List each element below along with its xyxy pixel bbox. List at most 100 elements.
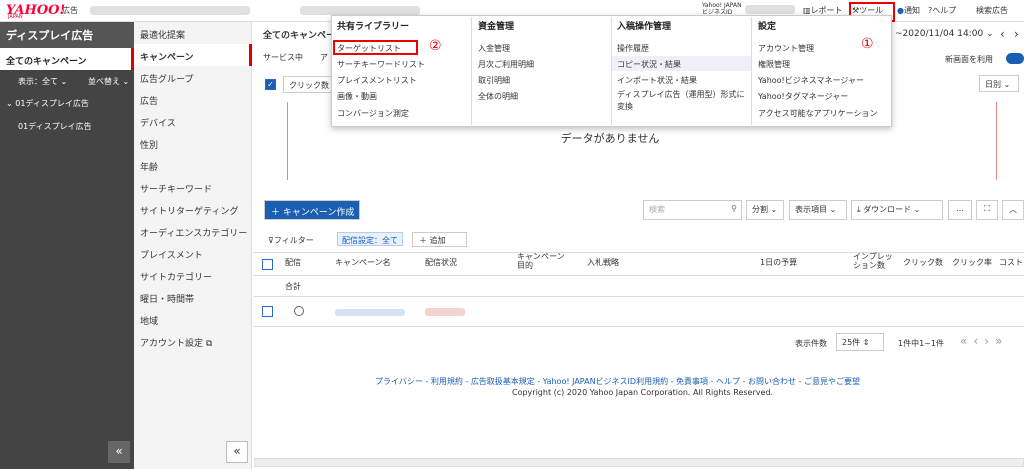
col-impressions[interactable]: インプレッション数 [853,252,893,270]
menu-item-transaction[interactable]: 取引明細 [478,75,510,86]
subnav-item-campaign[interactable]: キャンペーン [134,44,252,66]
col-ctr[interactable]: クリック率 [952,257,992,268]
col-bid-strategy[interactable]: 入札戦略 [587,257,619,268]
per-page-select[interactable]: 25件 ⇕ [836,333,884,351]
subnav-item-ad[interactable]: 広告 [134,88,252,110]
row-delivery-radio[interactable] [294,306,304,316]
subnav-collapse-button[interactable]: « [226,441,248,463]
footer-link-privacy[interactable]: プライバシー [375,377,423,386]
menu-item-import-status[interactable]: インポート状況・結果 [617,75,697,86]
col-daily-budget[interactable]: 1日の予算 [760,257,797,268]
menu-item-business-manager[interactable]: Yahoo!ビジネスマネージャー [758,75,864,86]
no-data-message: データがありません [560,132,660,145]
subnav-item-account-settings[interactable]: アカウント設定 ⧉ [134,330,252,352]
expand-icon[interactable]: ⛶ [976,200,998,220]
pagination-arrows[interactable]: «‹›» [960,334,1008,348]
date-range-selector[interactable]: ~2020/11/04 14:00 ⌄ [895,29,994,39]
menu-item-placement-list[interactable]: プレイスメントリスト [337,75,417,86]
menu-item-search-keyword-list[interactable]: サーチキーワードリスト [337,59,425,70]
sidebar-collapse-button[interactable]: « [108,441,130,463]
menu-item-convert-line2[interactable]: 変換 [617,101,633,112]
col-campaign-objective[interactable]: キャンペーン目的 [517,252,567,270]
chevron-left-icon[interactable]: ‹ [1000,27,1005,41]
tree-group-item[interactable]: ⌄ 01ディスプレイ広告 [6,98,89,109]
footer-link-contact[interactable]: お問い合わせ [748,377,796,386]
search-input[interactable]: 検索 ⚲ [643,200,742,220]
select-all-checkbox[interactable] [262,259,273,270]
delivery-setting-chip[interactable]: 配信設定：全て [337,232,403,246]
menu-item-conversion[interactable]: コンバージョン測定 [337,108,409,119]
daily-select[interactable]: 日別 ⌄ [979,75,1019,92]
row-campaign-name-blurred[interactable] [335,309,405,316]
menu-item-monthly-statement[interactable]: 月次ご利用明細 [478,59,534,70]
tab-service[interactable]: サービス中 [263,52,303,63]
tab-a[interactable]: ア [320,52,328,63]
subnav-item-region[interactable]: 地域 [134,308,252,330]
download-button[interactable]: ⤓ ダウンロード ⌄ [851,200,943,220]
display-filter-dropdown[interactable]: 表示：全て ⌄ [18,76,67,87]
display-items-button[interactable]: 表示項目 ⌄ [789,200,847,220]
menu-head-settings: 設定 [758,22,777,32]
subnav-item-device[interactable]: デバイス [134,110,252,132]
footer-link-terms[interactable]: 利用規約 [431,377,463,386]
collapse-up-icon[interactable]: ︿ [1002,200,1024,220]
new-screen-toggle[interactable] [1006,53,1024,64]
col-delivery-status[interactable]: 配信状況 [425,257,457,268]
notify-link[interactable]: ●通知 [897,5,920,16]
account-id-blurred [300,6,420,15]
filter-button[interactable]: ⊽フィルター [268,235,314,246]
create-campaign-button[interactable]: ＋ キャンペーン作成 [264,200,360,220]
footer-link-feedback[interactable]: ご意見やご要望 [804,377,860,386]
footer-link-disclaimer[interactable]: 免責事項 [676,377,708,386]
left-sidebar [0,22,134,469]
menu-item-accessible-apps[interactable]: アクセス可能なアプリケーション [758,108,877,119]
menu-item-history[interactable]: 操作履歴 [617,43,649,54]
help-link[interactable]: ?ヘルプ [928,5,956,16]
subnav-item-site-retargeting[interactable]: サイトリターゲティング [134,198,252,220]
subnav-item-placement[interactable]: プレイスメント [134,242,252,264]
col-clicks[interactable]: クリック数 [903,257,943,268]
subnav-item-gender[interactable]: 性別 [134,132,252,154]
menu-item-account-management[interactable]: アカウント管理 [758,43,814,54]
subnav-item-search-keyword[interactable]: サーチキーワード [134,176,252,198]
horizontal-scrollbar[interactable] [254,458,1024,467]
subnav-item-age[interactable]: 年齢 [134,154,252,176]
add-filter-button[interactable]: ＋ 追加 [412,232,467,247]
menu-item-copy-status[interactable]: コピー状況・結果 [612,56,751,71]
menu-head-shared-library: 共有ライブラリー [337,22,410,32]
menu-item-deposit[interactable]: 入金管理 [478,43,510,54]
menu-item-permissions[interactable]: 権限管理 [758,59,790,70]
row-checkbox[interactable] [262,306,273,317]
click-metric-select[interactable]: クリック数 [283,76,333,93]
subnav-item-site-category[interactable]: サイトカテゴリー [134,264,252,286]
menu-item-convert-line1[interactable]: ディスプレイ広告（運用型）形式に [617,89,744,100]
total-row-label: 合計 [285,282,301,291]
subnav-item-audience-category[interactable]: オーディエンスカテゴリー [134,220,252,242]
new-screen-label: 新画面を利用 [945,55,993,64]
col-cost[interactable]: コスト [999,257,1023,268]
annotation-two: ② [429,38,442,54]
subnav-item-ad-group[interactable]: 広告グループ [134,66,252,88]
more-button[interactable]: … [948,200,972,220]
search-ad-link[interactable]: 検索広告 [976,5,1008,16]
col-delivery[interactable]: 配信 [285,257,301,268]
row-status-blurred [425,308,465,316]
chart-checkbox[interactable]: ✓ [265,79,276,90]
footer-link-help[interactable]: ヘルプ [716,377,740,386]
menu-item-overall-statement[interactable]: 全体の明細 [478,91,518,102]
menu-item-tag-manager[interactable]: Yahoo!タグマネージャー [758,91,848,102]
menu-item-image-video[interactable]: 画像・動画 [337,91,377,102]
footer-link-business-id-terms[interactable]: Yahoo! JAPANビジネスID利用規約 [543,377,668,386]
subnav-item-day-time[interactable]: 曜日・時間帯 [134,286,252,308]
subnav-item-optimization[interactable]: 最適化提案 [134,22,252,44]
footer-link-ad-rules[interactable]: 広告取扱基本規定 [471,377,535,386]
sort-dropdown[interactable]: 並べ替え ⌄ [88,76,129,87]
menu-head-funds: 資金管理 [478,22,515,32]
split-button[interactable]: 分割 ⌄ [746,200,784,220]
download-icon: ⤓ [857,205,861,214]
tree-item[interactable]: 01ディスプレイ広告 [18,121,92,132]
sidebar-item-all-campaigns[interactable]: 全てのキャンペーン [0,48,134,70]
external-link-icon: ⧉ [205,339,213,349]
col-campaign-name[interactable]: キャンペーン名 [335,257,391,268]
chevron-right-icon[interactable]: › [1014,27,1019,41]
